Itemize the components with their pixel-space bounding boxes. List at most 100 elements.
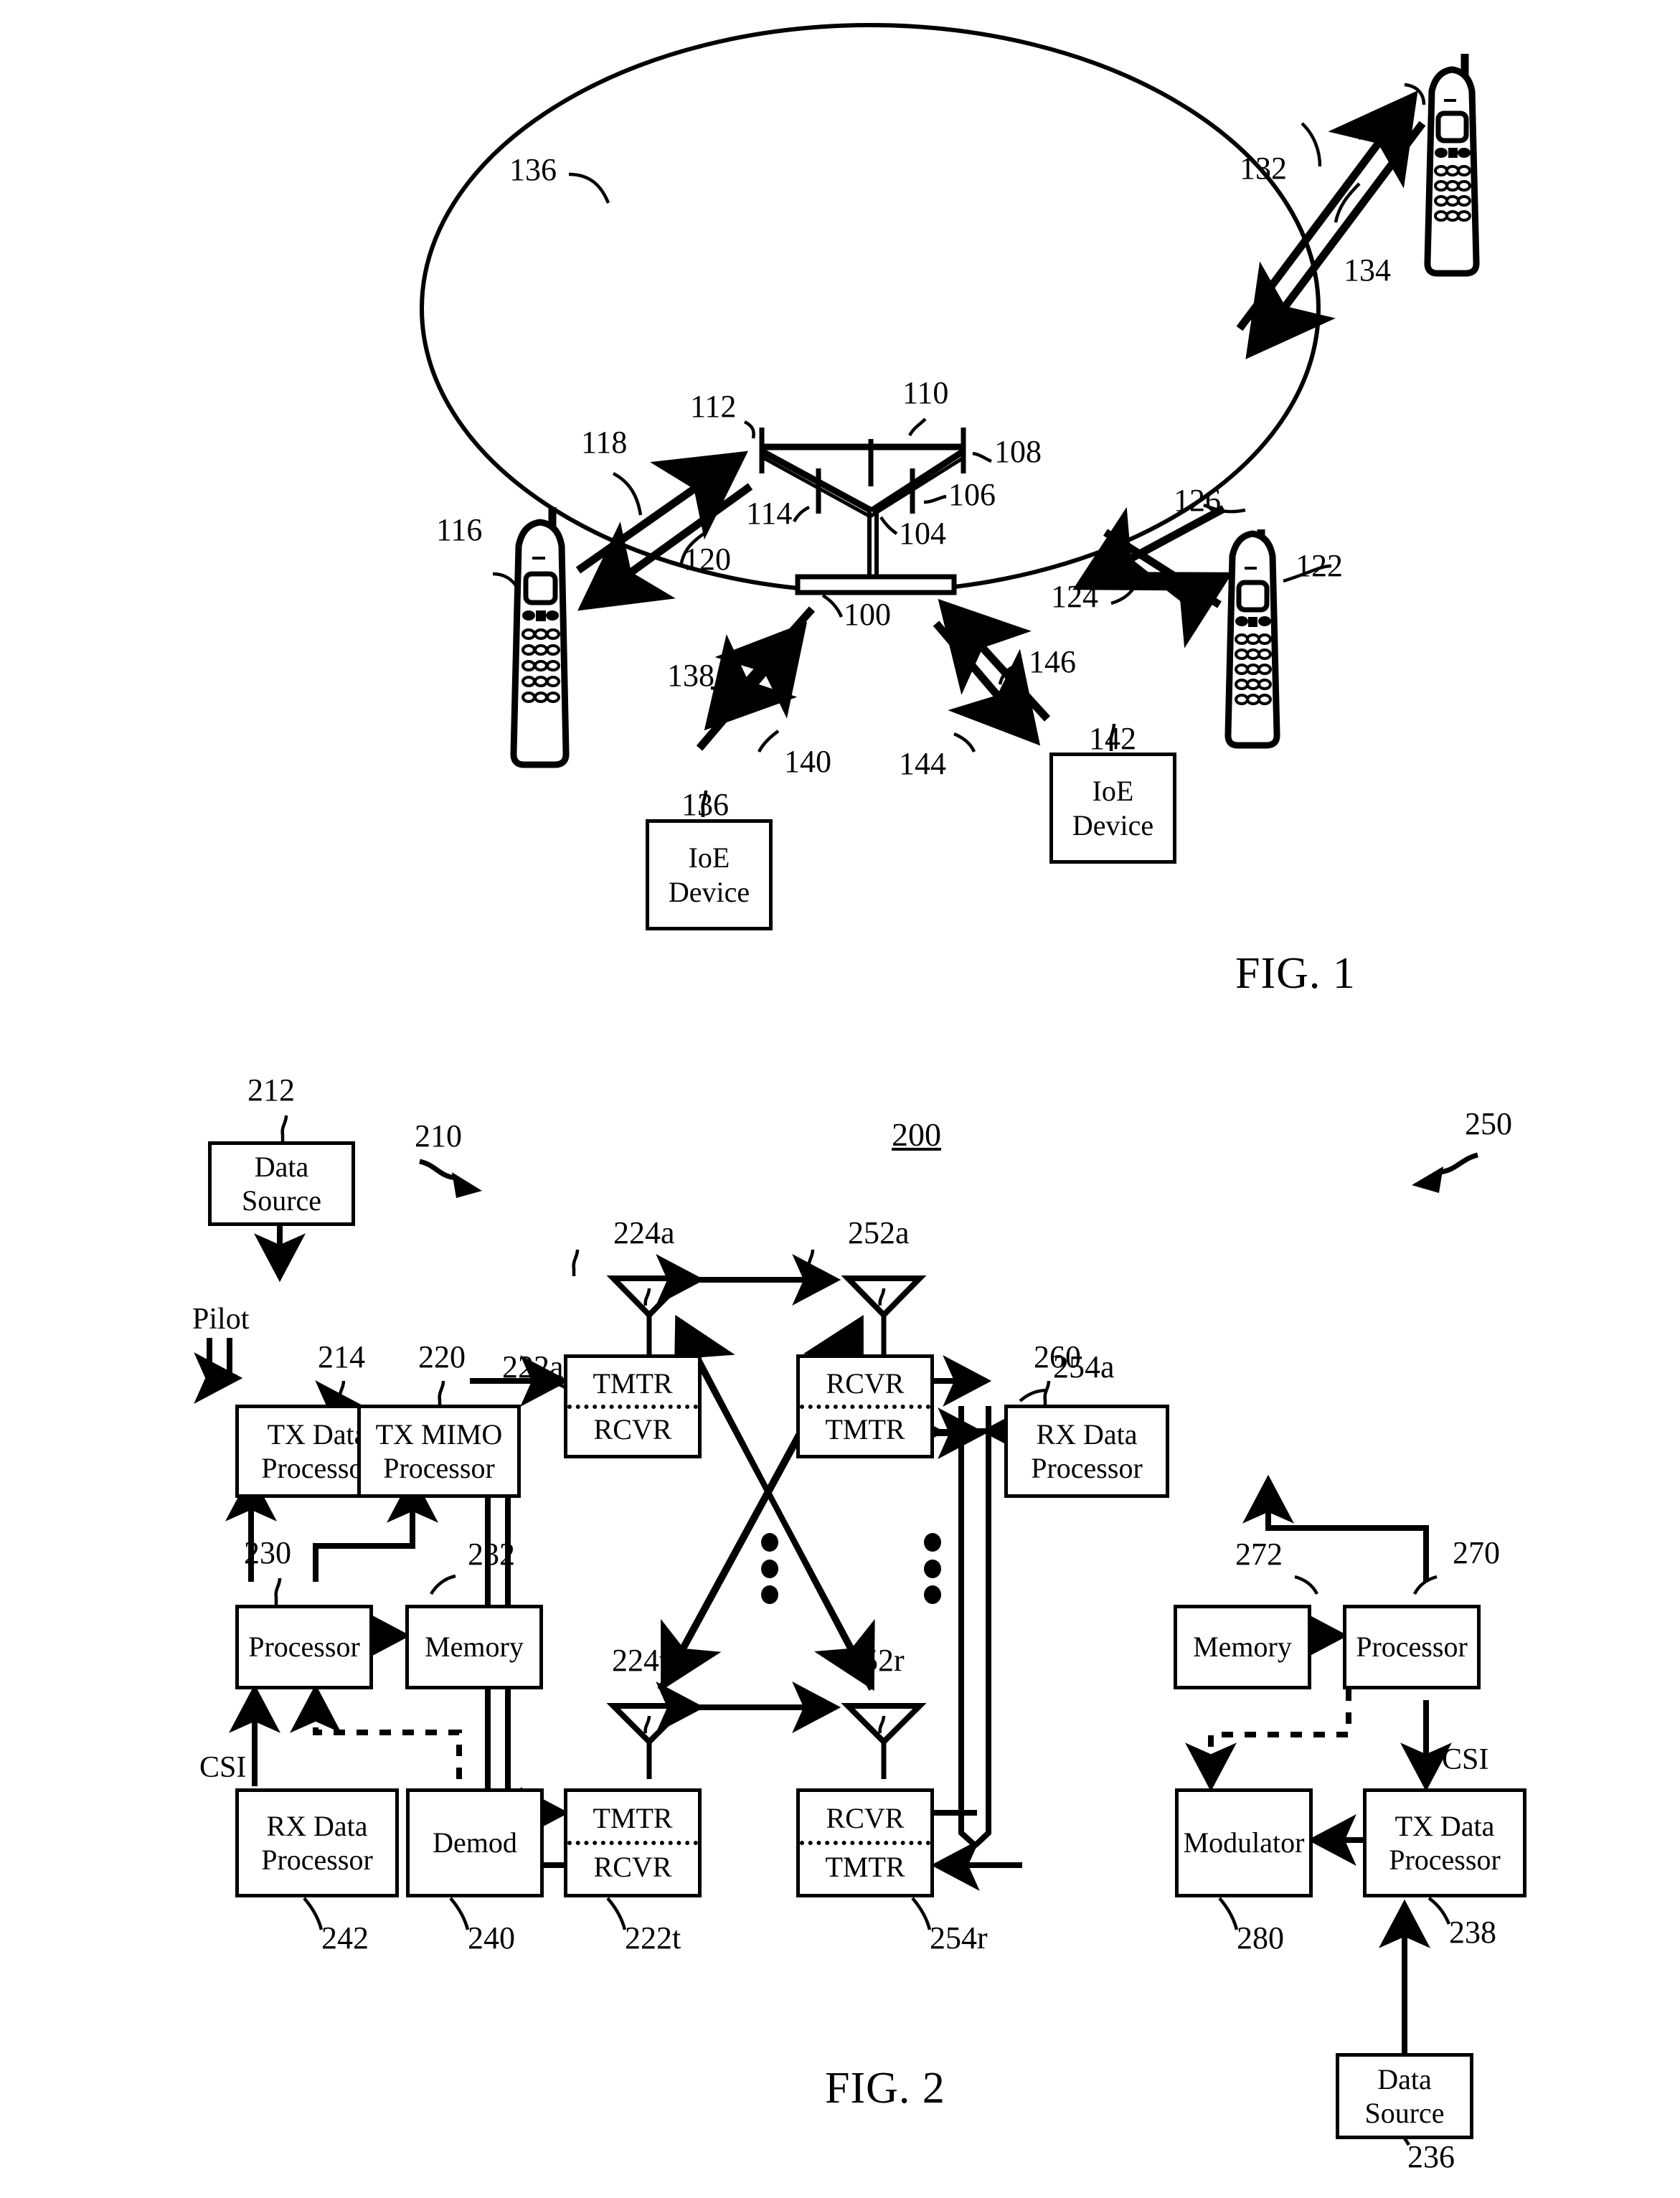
tx-mimo-line2: Processor (383, 1452, 495, 1484)
fig2-ref-222a: 222a (502, 1349, 564, 1385)
fig2-block-tx-mimo-processor: TX MIMO Processor (357, 1405, 521, 1498)
fig2-ref-224a: 224a (613, 1215, 675, 1250)
rx-data-right-line2: Processor (1031, 1452, 1143, 1484)
fig2-system-tag: 200 (892, 1116, 941, 1153)
fig2-ref-238: 238 (1449, 1915, 1496, 1950)
fig1-arrow-146 (933, 621, 1041, 746)
fig2-ref-212: 212 (247, 1072, 295, 1108)
ioe-right-line2: Device (1072, 808, 1154, 841)
fig2-ref-252r: 252r (846, 1643, 905, 1678)
memory-right-label: Memory (1193, 1631, 1292, 1664)
fig2-ref-230: 230 (244, 1535, 291, 1570)
fig1-ioe-device-left: IoE Device (646, 819, 773, 930)
fig2-caption: FIG. 2 (825, 2064, 945, 2113)
fig1-ref-110: 110 (902, 375, 949, 410)
modulator-label: Modulator (1183, 1826, 1305, 1859)
fig1-ref-130: 130 (1356, 111, 1403, 146)
tx-data-proc-left-line2: Processor (261, 1452, 373, 1484)
tx-data-proc-left-line1: TX Data (267, 1418, 367, 1451)
data-source-bottom-line2: Source (1364, 2097, 1445, 2129)
fig2-block-tmtr-rcvr-a: TMTR RCVR (564, 1354, 702, 1458)
rcvr-r-top: RCVR (826, 1802, 905, 1835)
fig1-ref-104: 104 (899, 516, 946, 551)
fig1-arrow-126 (1143, 572, 1233, 648)
rcvr-a-bottom: TMTR (825, 1413, 905, 1446)
fig1-ref-112: 112 (690, 389, 737, 424)
fig2-ref-214: 214 (318, 1339, 365, 1374)
fig1-ref-142: 142 (1089, 721, 1136, 756)
fig1-arrow-124a (1072, 505, 1226, 591)
fig1-phone-122 (1224, 529, 1280, 749)
fig2-block-rcvr-tmtr-r: RCVR TMTR (796, 1788, 934, 1897)
fig1-ref-146: 146 (1029, 644, 1076, 679)
rx-data-left-line1: RX Data (266, 1809, 368, 1842)
memory-left-label: Memory (425, 1631, 524, 1664)
fig1-arrow-138 (696, 621, 808, 751)
tmtr-t-top: TMTR (593, 1802, 673, 1835)
fig1-ref-118: 118 (581, 425, 628, 460)
fig1-ref-114: 114 (746, 496, 793, 531)
fig2-ref-252a: 252a (848, 1215, 910, 1250)
data-source-top-line1: Data (254, 1150, 309, 1183)
fig1-ref-120: 120 (684, 542, 731, 577)
fig1-ref-106: 106 (948, 477, 996, 512)
fig2-ref-240: 240 (468, 1920, 515, 1956)
rx-data-left-line2: Processor (261, 1844, 373, 1876)
fig1-ref-108: 108 (994, 434, 1042, 469)
rcvr-a-top: RCVR (826, 1367, 905, 1400)
fig2-block-data-source-top: Data Source (208, 1141, 355, 1226)
fig1-caption: FIG. 1 (1235, 949, 1356, 998)
processor-right-label: Processor (1356, 1631, 1468, 1664)
fig1-ref-136-cell: 136 (509, 152, 557, 187)
tmtr-a-top: TMTR (593, 1367, 673, 1400)
fig2-ref-270: 270 (1453, 1535, 1500, 1570)
fig2-block-demod: Demod (406, 1788, 544, 1897)
fig2-block-tmtr-rcvr-t: TMTR RCVR (564, 1788, 702, 1897)
fig2-ref-224t: 224t (612, 1643, 669, 1678)
fig2-block-memory-left: Memory (405, 1605, 543, 1689)
fig2-block-data-source-bottom: Data Source (1336, 2053, 1473, 2139)
fig2-ref-254r: 254r (930, 1920, 988, 1956)
fig2-block-rx-data-processor-right: RX Data Processor (1004, 1405, 1169, 1498)
fig1-arrow-140 (704, 606, 816, 731)
demod-label: Demod (433, 1826, 517, 1859)
fig2-block-processor-left: Processor (235, 1605, 373, 1689)
rcvr-r-bottom: TMTR (825, 1851, 905, 1884)
tmtr-t-bottom: RCVR (593, 1851, 672, 1884)
fig2-block-tx-data-processor-right: TX Data Processor (1363, 1788, 1526, 1897)
fig1-ref-122: 122 (1296, 548, 1343, 583)
data-source-bottom-line1: Data (1377, 2062, 1432, 2095)
fig1-ref-138: 138 (667, 658, 714, 693)
fig2-pilot-label: Pilot (192, 1303, 250, 1336)
ioe-left-line1: IoE (688, 841, 730, 874)
fig1-ref-134: 134 (1344, 253, 1391, 288)
fig2-ref-232: 232 (468, 1537, 515, 1572)
fig2-block-modulator: Modulator (1175, 1788, 1313, 1897)
fig1-ref-132: 132 (1240, 151, 1287, 186)
rx-data-right-line1: RX Data (1036, 1418, 1138, 1451)
fig2-ref-250: 250 (1465, 1106, 1512, 1141)
fig2-block-processor-right: Processor (1343, 1605, 1481, 1689)
tx-data-right-line2: Processor (1389, 1844, 1501, 1876)
fig1-ref-144: 144 (899, 746, 946, 781)
fig2-ref-260: 260 (1034, 1339, 1081, 1374)
fig1-ref-116: 116 (436, 512, 483, 547)
fig2-block-memory-right: Memory (1174, 1605, 1311, 1689)
fig2-ref-222t: 222t (625, 1920, 681, 1956)
fig1-ref-136-device: 136 (681, 787, 729, 822)
fig2-ref-280: 280 (1237, 1920, 1284, 1956)
fig1-ref-100: 100 (844, 597, 891, 632)
fig2-ref-242: 242 (321, 1920, 369, 1956)
data-source-top-line2: Source (241, 1184, 322, 1217)
patent-figure-page: 136 132 130 134 112 110 118 108 106 114 … (0, 0, 1680, 2198)
fig2-block-rx-data-processor-left: RX Data Processor (235, 1788, 399, 1897)
fig2-csi-right-label: CSI (1442, 1743, 1489, 1776)
tmtr-a-bottom: RCVR (593, 1413, 672, 1446)
tx-data-right-line1: TX Data (1395, 1809, 1495, 1842)
fig1-phone-116 (510, 507, 570, 768)
fig1-ioe-device-right: IoE Device (1049, 753, 1176, 864)
fig2-ellipsis-dots (761, 1533, 941, 1604)
fig1-ref-124: 124 (1051, 579, 1098, 614)
fig1-phone-130 (1424, 54, 1480, 277)
fig1-ref-140: 140 (784, 744, 831, 779)
